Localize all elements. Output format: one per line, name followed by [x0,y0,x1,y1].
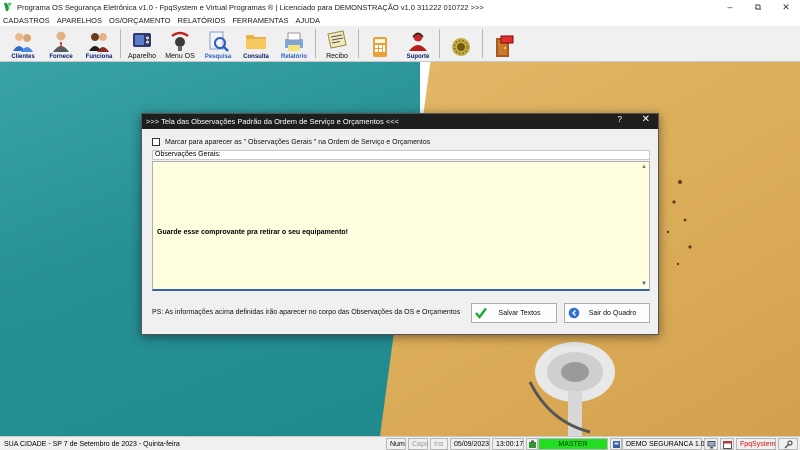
employees-icon [89,33,109,52]
exit-dialog-button[interactable]: Sair do Quadro [564,303,650,323]
status-num: Num [386,438,406,450]
memo-scrollbar[interactable]: ▲ ▼ [640,162,649,289]
device-icon [133,33,151,47]
menu-aparelhos[interactable]: APARELHOS [57,16,102,25]
calculator-icon [373,37,387,57]
ps-note: PS: As informações acima definidas irão … [152,309,461,316]
toolbar-clientes-button[interactable]: Clientes [4,26,42,62]
toolbar-separator [439,29,440,58]
receipt-icon [327,30,347,49]
menu-ajuda[interactable]: AJUDA [295,16,320,25]
company-icon [612,440,620,448]
menu-cadastros[interactable]: CADASTROS [3,16,50,25]
tools-icon [783,439,793,449]
toolbar: Clientes Fornece Funciona Aparelho Menu … [0,26,800,62]
exit-circle-icon [568,307,580,319]
toolbar-exit-button[interactable] [485,26,523,62]
folder-icon [246,35,266,49]
menu-bar: CADASTROS APARELHOS OS/ORÇAMENTO RELATÓR… [0,14,800,26]
user-icon [528,440,536,448]
toolbar-relatorio-button[interactable]: Relatório [275,26,313,62]
toolbar-separator [482,29,483,58]
observations-label: Observações Gerais: [152,150,650,160]
toolbar-separator [315,29,316,58]
supplier-icon [53,31,69,52]
window-title-bar: Programa OS Segurança Eletrônica v1.0 - … [0,0,800,14]
observations-dialog: >>> Tela das Observações Padrão da Ordem… [141,113,659,335]
support-icon [409,32,427,51]
menu-ferramentas[interactable]: FERRAMENTAS [232,16,288,25]
status-brand: FpqSystem [736,438,776,450]
observations-memo[interactable]: Guarde esse comprovante pra retirar o se… [152,161,650,291]
toolbar-aparelho-button[interactable]: Aparelho [123,26,161,62]
status-ins: Ins [430,438,448,450]
status-tool-icon-panel [704,438,718,450]
toolbar-recibo-button[interactable]: Recibo [318,26,356,62]
status-city-date: SUA CIDADE - SP 7 de Setembro de 2023 - … [1,438,384,450]
toolbar-separator [358,29,359,58]
toolbar-separator [120,29,121,58]
status-user: MASTER [538,438,608,450]
toolbar-consulta-button[interactable]: Consulta [237,26,275,62]
wall-fixture-image [528,342,615,436]
status-company-icon-panel [610,438,622,450]
calendar-icon [722,440,732,449]
show-observations-checkbox-label: Marcar para aparecer as " Observações Ge… [165,138,431,146]
menu-relatorios[interactable]: RELATÓRIOS [178,16,226,25]
status-time: 13:00:17 [492,438,524,450]
observations-memo-text: Guarde esse comprovante pra retirar o se… [157,229,349,236]
clients-icon [13,33,33,52]
status-bar: SUA CIDADE - SP 7 de Setembro de 2023 - … [0,436,800,450]
toolbar-pesquisa-button[interactable]: Pesquisa [199,26,237,62]
checkmark-icon [475,307,487,319]
window-title: Programa OS Segurança Eletrônica v1.0 - … [17,2,484,12]
show-observations-checkbox-row[interactable]: Marcar para aparecer as " Observações Ge… [152,138,430,146]
toolbar-suporte-button[interactable]: Suporte [399,26,437,62]
toolbar-funciona-button[interactable]: Funciona [80,26,118,62]
gear-icon [452,38,470,56]
dialog-title: >>> Tela das Observações Padrão da Ordem… [146,117,399,126]
dialog-close-button[interactable]: ✕ [642,114,650,125]
menu-os-orcamento[interactable]: OS/ORÇAMENTO [109,16,171,25]
status-caps: Caps [408,438,428,450]
close-window-button[interactable]: ✕ [772,0,800,14]
exit-icon [496,35,514,57]
search-icon [209,31,229,52]
status-date: 05/09/2023 [450,438,490,450]
menu-os-icon [171,31,189,51]
dialog-help-button[interactable]: ? [618,115,622,124]
toolbar-settings-button[interactable] [442,26,480,62]
status-company: DEMO SEGURANCA 1.0 [622,438,705,450]
scroll-up-arrow-icon[interactable]: ▲ [641,164,647,170]
app-icon [4,3,12,11]
toolbar-fornece-button[interactable]: Fornece [42,26,80,62]
minimize-button[interactable]: – [716,0,744,14]
monitor-icon [707,440,715,448]
status-config-icon-panel [778,438,798,450]
scroll-down-arrow-icon[interactable]: ▼ [641,281,647,287]
dialog-title-bar: >>> Tela das Observações Padrão da Ordem… [142,114,658,129]
status-user-icon-panel [526,438,538,450]
report-icon [285,32,303,51]
status-tool2-icon-panel [720,438,734,450]
maximize-button[interactable]: ⧉ [744,0,772,14]
show-observations-checkbox[interactable] [152,138,160,146]
save-texts-button[interactable]: Salvar Textos [471,303,557,323]
toolbar-calculator-button[interactable] [361,26,399,62]
toolbar-menu-os-button[interactable]: Menu OS [161,26,199,62]
